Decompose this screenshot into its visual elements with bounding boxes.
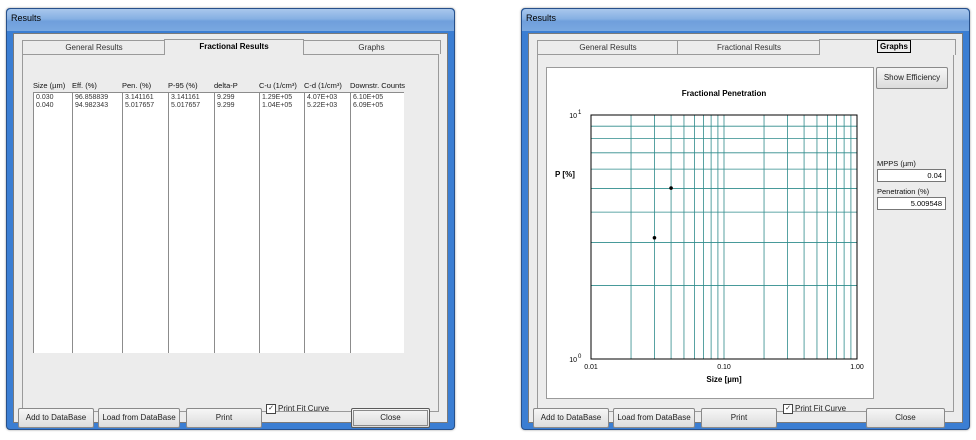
tab-graphs[interactable]: Graphs [819,39,956,55]
col-header-p95: P-95 (%) [168,81,198,90]
x-tick-label: 1.00 [850,364,864,371]
col-header-size: Size (µm) [33,81,66,90]
x-axis-label: Size [µm] [706,375,742,384]
cell-deltap-0: 9.299 [217,94,235,101]
fractional-penetration-chart: Fractional Penetration0.01 0.10 1.0010 010 1… [555,89,864,384]
cell-deltap-1: 9.299 [217,102,235,109]
cell-cu-1: 1.04E+05 [262,102,293,109]
tab-fractional-results[interactable]: Fractional Results [677,40,821,54]
tab-general-results[interactable]: General Results [537,40,679,54]
y-tick-label: 10 [569,357,577,364]
col-header-deltap: delta-P [214,81,238,90]
cell-cd-1: 5.22E+03 [307,102,338,109]
close-button[interactable]: Close [866,408,945,428]
col-header-pen: Pen. (%) [122,81,152,90]
tab-graphs[interactable]: Graphs [302,40,441,54]
tab-graphs-label: Graphs [876,40,911,53]
col-list-deltap[interactable]: 9.299 9.299 [214,92,259,353]
penetration-label: Penetration (%) [877,187,930,196]
print-fit-curve-checkbox[interactable]: ✓ Print Fit Curve [266,404,329,414]
window-title: Results [11,13,42,23]
cell-size-1: 0.040 [36,102,54,109]
add-to-database-button[interactable]: Add to DataBase [533,408,609,428]
col-list-eff[interactable]: 96.858839 94.982343 [72,92,122,353]
tab-strip: General Results Fractional Results Graph… [537,39,956,55]
print-button[interactable]: Print [701,408,777,428]
chart-title: Fractional Penetration [682,89,767,98]
checkmark-icon: ✓ [266,404,276,414]
cell-size-0: 0.030 [36,94,54,101]
window-client: General Results Fractional Results Graph… [13,33,448,428]
y-tick-exponent: 0 [578,354,582,360]
add-to-database-button[interactable]: Add to DataBase [18,408,94,428]
fractional-results-panel: Size (µm) Eff. (%) Pen. (%) P-95 (%) del… [22,54,439,412]
print-button[interactable]: Print [186,408,262,428]
window-client: General Results Fractional Results Graph… [528,33,963,428]
chart-area: Fractional Penetration 0.01 0.10 1.00 10 0 10 1… [546,67,874,399]
show-efficiency-button[interactable]: Show Efficiency [876,67,948,89]
cell-p95-0: 3.141161 [171,94,200,101]
print-fit-curve-checkbox[interactable]: ✓ Print Fit Curve [783,404,846,414]
mpps-field[interactable]: 0.04 [877,169,946,182]
col-list-cd[interactable]: 4.07E+03 5.22E+03 [304,92,350,353]
col-header-downstream: Downstr. Counts [350,81,406,90]
col-list-size[interactable]: 0.030 0.040 [33,92,72,353]
data-point [652,235,657,240]
col-list-pen[interactable]: 3.141161 5.017657 [122,92,168,353]
results-window-fractional: Results General Results Fractional Resul… [6,8,455,430]
x-tick-label: 0.10 [717,364,731,371]
col-list-downstream[interactable]: 6.10E+05 6.09E+05 [350,92,404,353]
cell-p95-1: 5.017657 [171,102,201,109]
cell-eff-0: 96.858839 [75,94,109,101]
cell-downstream-0: 6.10E+05 [353,94,384,101]
tab-strip: General Results Fractional Results Graph… [22,39,441,55]
x-tick-label: 0.01 [584,364,598,371]
cell-pen-1: 5.017657 [125,102,155,109]
title-bar[interactable]: Results [522,9,969,31]
title-bar[interactable]: Results [7,9,454,31]
graphs-panel: Fractional Penetration 0.01 0.10 1.00 10 0 10 1… [537,54,954,412]
close-button[interactable]: Close [351,408,430,428]
cell-downstream-1: 6.09E+05 [353,102,384,109]
cell-pen-0: 3.141161 [125,94,154,101]
y-axis-label: P [%] [555,170,575,179]
col-list-p95[interactable]: 3.141161 5.017657 [168,92,214,353]
print-fit-curve-label: Print Fit Curve [795,404,847,414]
mpps-label: MPPS (µm) [877,159,916,168]
col-list-cu[interactable]: 1.29E+05 1.04E+05 [259,92,304,353]
col-header-cu: C-u (1/cm³) [259,81,297,90]
cell-cd-0: 4.07E+03 [307,94,338,101]
load-from-database-button[interactable]: Load from DataBase [613,408,695,428]
tab-general-results[interactable]: General Results [22,40,166,54]
cell-eff-1: 94.982343 [75,102,109,109]
data-point [669,186,673,190]
load-from-database-button[interactable]: Load from DataBase [98,408,180,428]
col-header-cd: C-d (1/cm³) [304,81,342,90]
checkmark-icon: ✓ [783,404,793,414]
y-tick-exponent: 1 [578,110,582,116]
print-fit-curve-label: Print Fit Curve [278,404,330,414]
results-window-graphs: Results General Results Fractional Resul… [521,8,970,430]
col-header-eff: Eff. (%) [72,81,97,90]
tab-fractional-results[interactable]: Fractional Results [164,39,304,55]
y-tick-label: 10 [569,113,577,120]
cell-cu-0: 1.29E+05 [262,94,293,101]
window-title: Results [526,13,557,23]
penetration-field[interactable]: 5.009548 [877,197,946,210]
